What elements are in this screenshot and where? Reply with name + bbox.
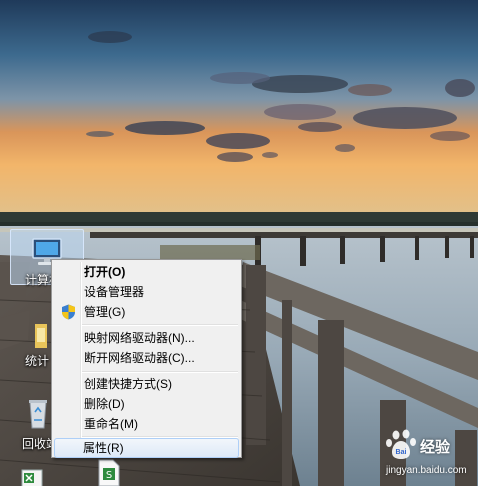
menu-item-map-network-drive[interactable]: 映射网络驱动器(N)... xyxy=(54,328,239,348)
menu-item-device-manager[interactable]: 设备管理器 xyxy=(54,282,239,302)
context-menu: 打开(O) 设备管理器 管理(G) 映射网络驱动器(N)... 断开网络驱动器(… xyxy=(51,259,242,458)
menu-item-open[interactable]: 打开(O) xyxy=(54,262,239,282)
watermark-brand: 经验 xyxy=(420,439,451,456)
desktop-icon-recycle-bin[interactable]: 回收站 xyxy=(16,395,59,451)
menu-item-properties[interactable]: 属性(R) xyxy=(54,438,239,458)
menu-item-label: 映射网络驱动器(N)... xyxy=(84,331,195,345)
desktop-icon-folder[interactable]: 统计 xyxy=(16,316,56,368)
desktop-icon-label: 统计 xyxy=(25,354,50,368)
desktop-icon-label: 回收站 xyxy=(22,437,59,451)
menu-item-label: 属性(R) xyxy=(83,441,124,455)
menu-item-label: 重命名(M) xyxy=(84,417,138,431)
menu-item-disconnect-network-drive[interactable]: 断开网络驱动器(C)... xyxy=(54,348,239,368)
recycle-bin-icon xyxy=(29,400,47,429)
menu-item-label: 删除(D) xyxy=(84,397,125,411)
menu-item-rename[interactable]: 重命名(M) xyxy=(54,414,239,434)
svg-text:Bai: Bai xyxy=(396,449,407,456)
document-icon: S xyxy=(98,459,120,486)
baidu-paw-logo: Bai xyxy=(386,429,416,459)
folder-icon xyxy=(35,324,47,348)
uac-shield-icon xyxy=(62,304,75,320)
svg-text:S: S xyxy=(106,470,112,481)
desktop-icon-spreadsheet[interactable] xyxy=(16,468,56,486)
menu-item-delete[interactable]: 删除(D) xyxy=(54,394,239,414)
menu-item-create-shortcut[interactable]: 创建快捷方式(S) xyxy=(54,374,239,394)
menu-item-label: 创建快捷方式(S) xyxy=(84,377,172,391)
spreadsheet-icon xyxy=(21,469,43,486)
menu-item-label: 管理(G) xyxy=(84,305,126,319)
menu-item-label: 断开网络驱动器(C)... xyxy=(84,351,195,365)
desktop-icon-document[interactable]: S xyxy=(92,458,126,486)
watermark-url: jingyan.baidu.com xyxy=(386,465,467,476)
menu-item-label: 打开(O) xyxy=(84,265,126,279)
menu-item-manage[interactable]: 管理(G) xyxy=(54,302,239,322)
menu-item-label: 设备管理器 xyxy=(84,285,145,299)
menu-separator xyxy=(82,371,238,373)
baidu-jingyan-watermark: Bai 经验 jingyan.baidu.com xyxy=(382,429,476,485)
menu-separator xyxy=(82,324,238,326)
